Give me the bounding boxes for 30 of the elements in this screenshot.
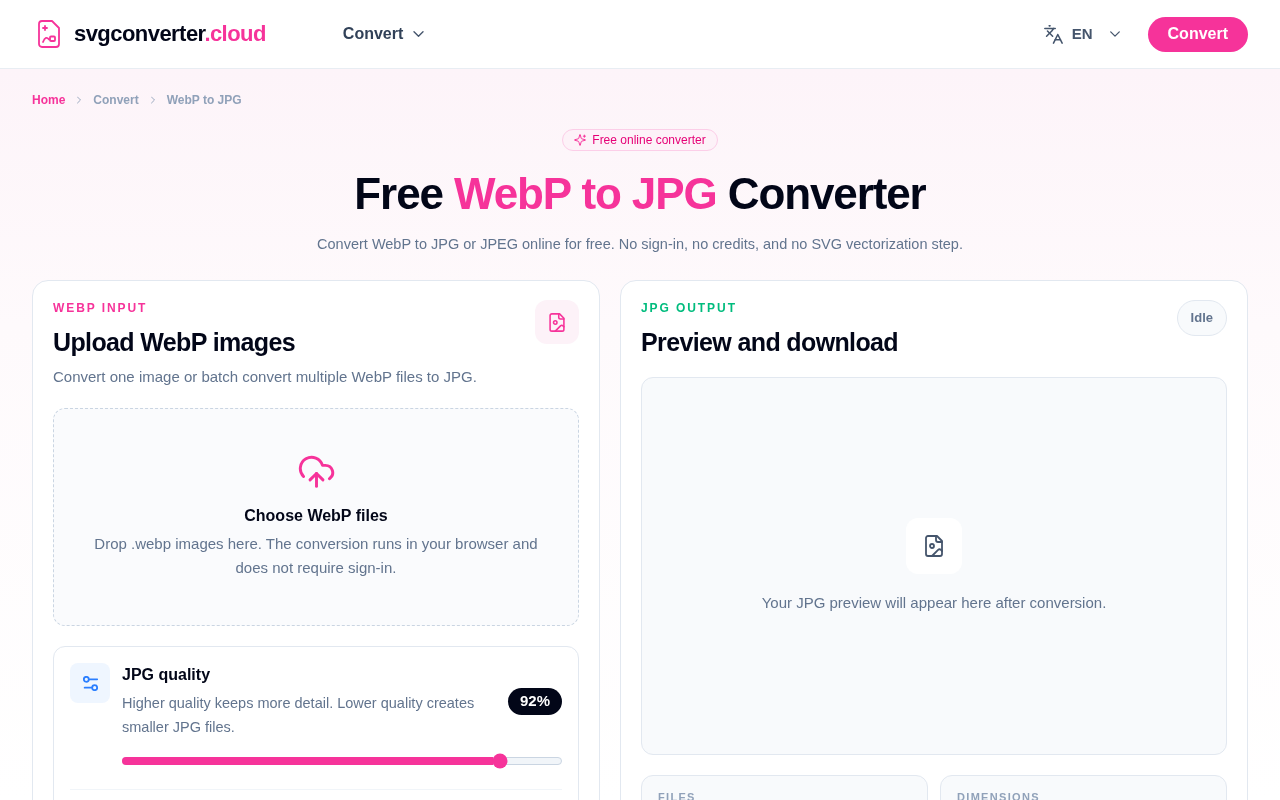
file-drop-zone[interactable]: Choose WebP files Drop .webp images here. The conversion runs in your browser and does not require sign-in. xyxy=(53,408,579,626)
language-selector[interactable]: EN xyxy=(1043,22,1120,46)
sliders-icon xyxy=(82,675,98,691)
quality-value-badge: 92% xyxy=(507,687,562,715)
quality-description: Higher quality keeps more detail. Lower quality creates smaller JPG files. xyxy=(122,694,476,737)
drop-zone-title: Choose WebP files xyxy=(244,506,388,526)
translate-icon xyxy=(1043,24,1063,44)
status-badge: Idle xyxy=(1176,300,1227,336)
nav-menu-button[interactable]: Convert xyxy=(342,22,425,46)
card-title: Preview and download xyxy=(641,327,898,358)
cloud-upload-icon xyxy=(297,454,335,488)
image-file-icon xyxy=(925,535,943,557)
card-description: Convert one image or batch convert multiple WebP files to JPG. xyxy=(53,367,478,387)
sparkles-icon xyxy=(574,134,587,146)
convert-button[interactable]: Convert xyxy=(1147,16,1248,52)
section-label: JPG OUTPUT xyxy=(641,300,738,316)
chevron-right-icon xyxy=(150,96,155,104)
page-title: Free WebP to JPG Converter xyxy=(354,168,926,220)
preview-placeholder-text: Your JPG preview will appear here after conversion. xyxy=(761,593,1107,613)
chevron-right-icon xyxy=(77,96,82,104)
image-file-icon xyxy=(549,312,565,332)
slider-thumb[interactable] xyxy=(492,753,508,769)
info-badge: Free online converter xyxy=(562,129,718,151)
quality-title: JPG quality xyxy=(122,665,212,685)
logo-icon[interactable] xyxy=(37,20,61,48)
drop-zone-text: Drop .webp images here. The conversion runs in your browser and does not require sign-in. xyxy=(93,534,539,578)
site-logo-text[interactable]: svgconverter.cloud xyxy=(74,23,266,45)
page-subtitle: Convert WebP to JPG or JPEG online for free. No sign-in, no credits, and no SVG vectorization step. xyxy=(317,235,963,254)
section-label: WEBP INPUT xyxy=(53,300,149,316)
card-title: Upload WebP images xyxy=(53,327,296,358)
